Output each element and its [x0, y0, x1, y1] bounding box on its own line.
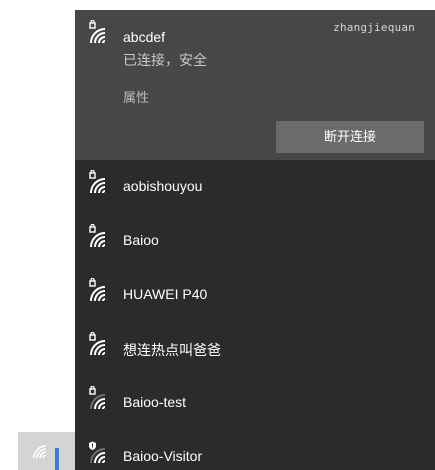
watermark: zhangjiequan — [333, 21, 415, 34]
network-item-baioo[interactable]: Baioo — [75, 214, 435, 268]
network-ssid: 想连热点叫爸爸 — [123, 342, 221, 358]
network-item-baioo-visitor[interactable]: Baioo-Visitor — [75, 430, 435, 470]
wifi-secured-icon — [89, 170, 106, 194]
wifi-shield-icon — [89, 441, 106, 464]
network-ssid: HUAWEI P40 — [123, 286, 208, 302]
network-ssid: Baioo-Visitor — [123, 448, 203, 464]
wifi-icon — [33, 445, 47, 459]
network-item-aobishouyou[interactable]: aobishouyou — [75, 160, 435, 214]
wifi-secured-icon — [89, 332, 106, 356]
taskbar-wifi-button[interactable] — [18, 432, 75, 470]
connected-ssid: abcdef — [123, 29, 166, 45]
wifi-secured-icon — [89, 224, 106, 248]
network-item-hotspot[interactable]: 想连热点叫爸爸 — [75, 322, 435, 376]
network-ssid: Baioo-test — [123, 394, 187, 410]
connection-status: 已连接，安全 — [123, 52, 207, 68]
network-ssid: Baioo — [123, 232, 159, 248]
wifi-secured-icon — [89, 278, 106, 302]
taskbar-accent-strip — [55, 448, 59, 470]
connected-network-panel[interactable]: zhangjiequan abcdef 已连接，安全 属性 断开连接 — [75, 10, 435, 160]
network-ssid: aobishouyou — [123, 178, 203, 194]
network-item-baioo-test[interactable]: Baioo-test — [75, 376, 435, 430]
disconnect-button[interactable]: 断开连接 — [276, 121, 424, 153]
network-flyout: zhangjiequan abcdef 已连接，安全 属性 断开连接 aobis… — [75, 10, 435, 470]
properties-link[interactable]: 属性 — [123, 87, 149, 106]
wifi-secured-weak-icon — [89, 386, 106, 410]
network-item-huawei-p40[interactable]: HUAWEI P40 — [75, 268, 435, 322]
wifi-secured-icon — [89, 20, 106, 44]
